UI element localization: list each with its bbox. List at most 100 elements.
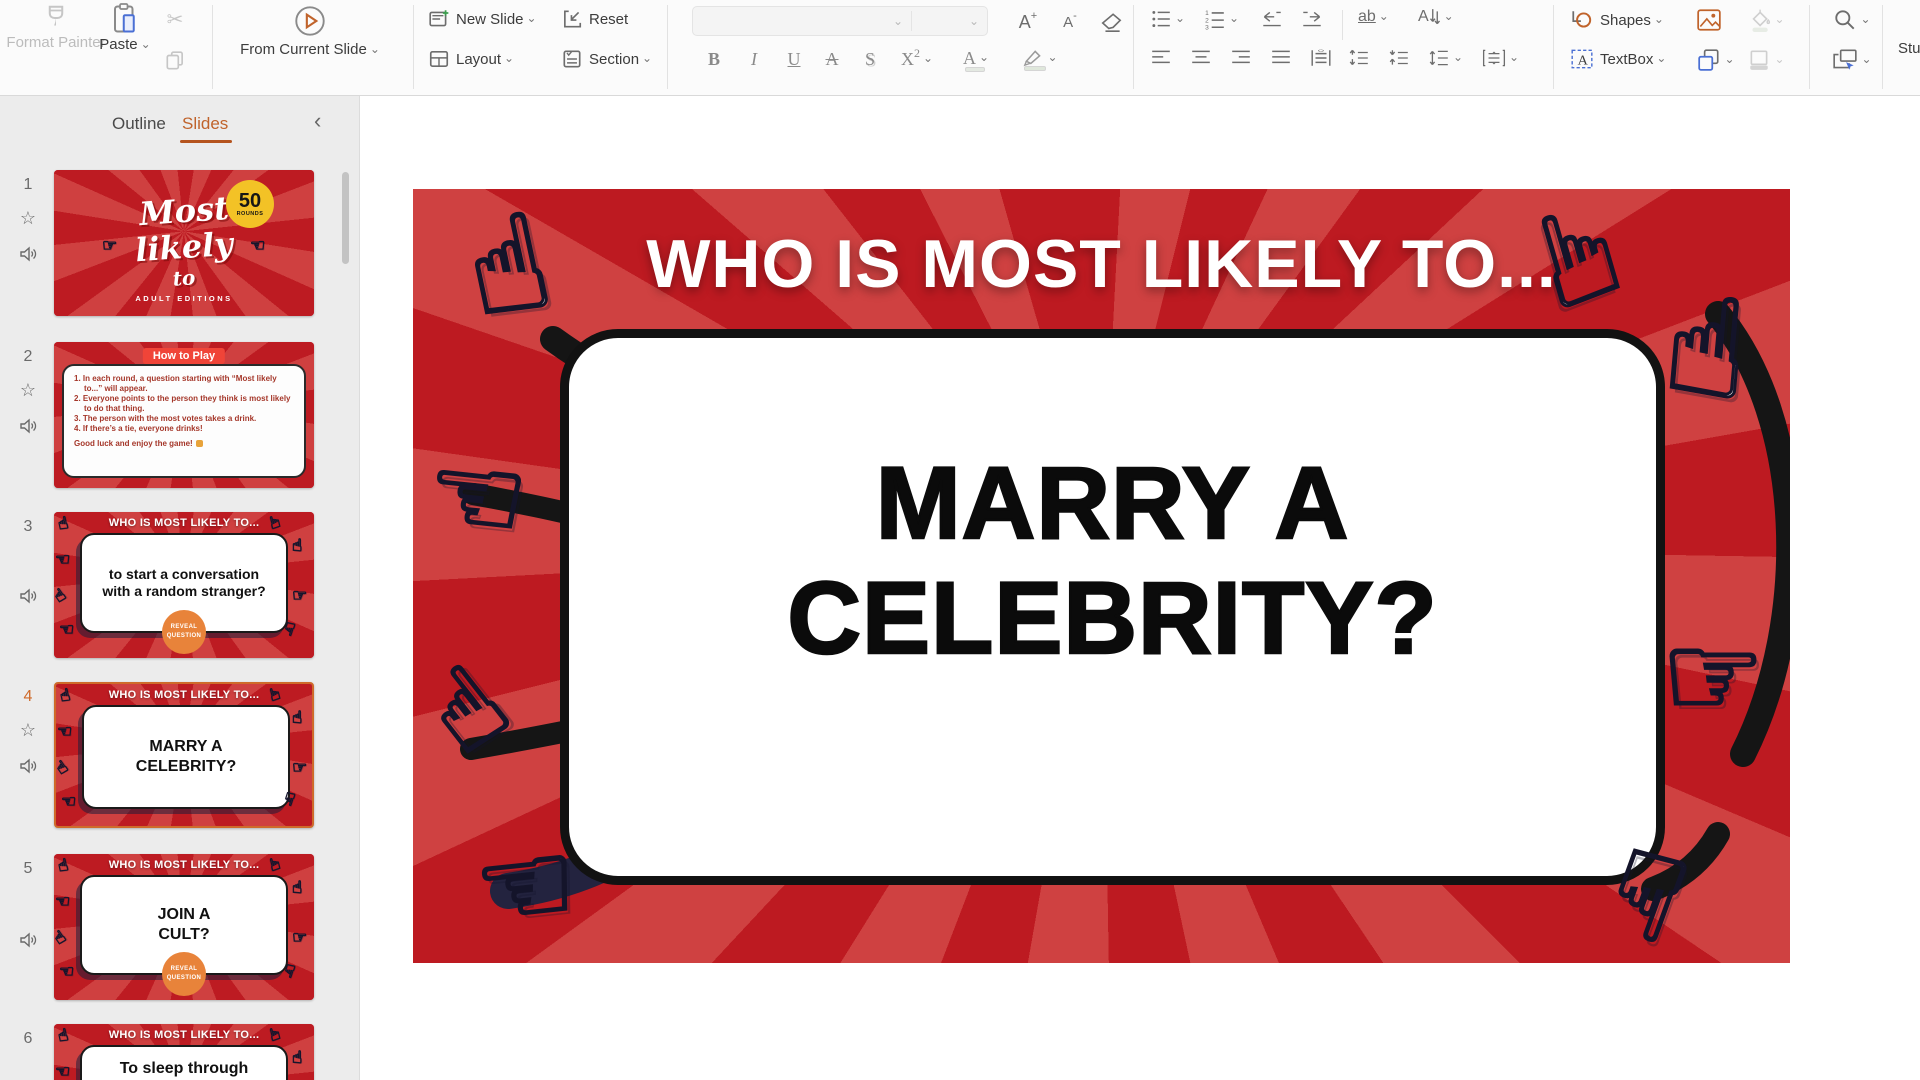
hand-point-left-icon: ☜ — [250, 236, 265, 256]
text-direction-button[interactable]: A ⌄ — [1418, 8, 1454, 26]
insert-picture-button[interactable] — [1694, 6, 1724, 34]
audio-speaker-icon[interactable] — [18, 930, 38, 950]
paste-button[interactable]: Paste⌄ — [92, 2, 158, 54]
how-to-play-item: 1. In each round, a question starting wi… — [74, 374, 296, 394]
slide-thumbnail-5[interactable]: WHO IS MOST LIKELY TO... ☝ ☝ ☜ ☝ ☜ ☝ ☞ ☟… — [54, 854, 314, 1000]
paste-label: Paste — [99, 36, 137, 53]
thumb-question: to start a conversation with a random st… — [92, 566, 277, 601]
char-spacing-button[interactable]: ab ⌄ — [1358, 8, 1389, 26]
question-box[interactable]: MARRY A CELEBRITY? — [560, 329, 1665, 885]
ribbon-divider — [667, 5, 668, 89]
svg-text:<>: <> — [1318, 49, 1324, 55]
slide-number: 3 — [14, 518, 42, 536]
slide-number: 5 — [14, 860, 42, 878]
audio-speaker-icon[interactable] — [18, 244, 38, 264]
bullets-button[interactable]: ⌄ — [1150, 8, 1185, 30]
section-button[interactable]: Section⌄ — [561, 48, 652, 70]
layout-button[interactable]: Layout⌄ — [428, 48, 514, 70]
slide-thumbnail-4-selected[interactable]: WHO IS MOST LIKELY TO... ☝ ☝ ☜ ☝ ☜ ☝ ☞ ☟… — [54, 682, 314, 828]
text-vertical-align-button[interactable]: ⌄ — [1482, 48, 1519, 68]
superscript-button[interactable]: X2⌄ — [894, 46, 940, 72]
new-slide-label: New Slide — [456, 11, 524, 28]
slide-title[interactable]: WHO IS MOST LIKELY TO... — [413, 225, 1790, 303]
decrease-indent-button[interactable] — [1258, 8, 1286, 30]
underline-button[interactable]: U — [780, 46, 808, 72]
hand-point-left-icon: ☜ — [55, 550, 70, 570]
slide-number: 2 — [14, 348, 42, 366]
textbox-button[interactable]: A TextBox⌄ — [1570, 48, 1666, 70]
chevron-down-icon: ⌄ — [504, 51, 514, 65]
strikethrough-button[interactable]: A — [818, 46, 846, 72]
audio-speaker-icon[interactable] — [18, 586, 38, 606]
from-current-slide-button[interactable]: From Current Slide⌄ — [220, 1, 400, 59]
reset-button[interactable]: Reset — [561, 8, 628, 30]
hand-point-up-icon: ☝ — [292, 1048, 302, 1068]
highlight-color-button[interactable]: ⌄ — [1014, 44, 1066, 72]
current-slide[interactable]: WHO IS MOST LIKELY TO... MARRY A CELEBRI… — [413, 189, 1790, 963]
transition-star-icon[interactable]: ☆ — [16, 720, 40, 741]
slideshow-button[interactable]: ⌄ — [1826, 46, 1878, 74]
increase-indent-button[interactable] — [1298, 8, 1326, 30]
tab-outline[interactable]: Outline — [112, 114, 166, 134]
audio-speaker-icon[interactable] — [18, 416, 38, 436]
shape-fill-button[interactable]: ⌄ — [1744, 6, 1788, 34]
slide-thumbnail-6[interactable]: WHO IS MOST LIKELY TO... ☝ ☝ ☜ ☝ To slee… — [54, 1024, 314, 1080]
line-spacing-button[interactable]: ⌄ — [1428, 48, 1463, 68]
italic-button[interactable]: I — [740, 46, 768, 72]
decrease-font-icon: A — [1063, 14, 1073, 31]
slide-thumbnail-3[interactable]: WHO IS MOST LIKELY TO... ☝ ☝ ☜ ☝ ☜ ☝ ☞ ☟… — [54, 512, 314, 658]
justify-button[interactable] — [1270, 48, 1292, 68]
play-circle-icon — [291, 1, 329, 41]
space-before-button[interactable] — [1348, 48, 1370, 68]
new-slide-icon — [428, 8, 450, 30]
new-slide-button[interactable]: New Slide⌄ — [428, 8, 537, 30]
ribbon-divider — [1882, 5, 1883, 89]
align-right-icon — [1230, 48, 1252, 68]
format-painter-button[interactable]: Format Painter — [18, 2, 94, 53]
increase-font-button[interactable]: A+ — [1012, 8, 1044, 36]
italic-icon: I — [751, 49, 757, 70]
align-center-button[interactable] — [1190, 48, 1212, 68]
copy-button[interactable] — [162, 48, 188, 74]
ribbon-divider — [1809, 5, 1810, 89]
slide-thumbnail-1[interactable]: Most likely to ☞ ☜ 50 ROUNDS ADULT EDITI… — [54, 170, 314, 316]
fill-bucket-icon — [1747, 8, 1771, 32]
chevron-down-icon: ⌄ — [1861, 52, 1871, 66]
arrange-button[interactable]: ⌄ — [1694, 46, 1738, 74]
align-right-button[interactable] — [1230, 48, 1252, 68]
slide-number: 6 — [14, 1030, 42, 1048]
bold-button[interactable]: B — [700, 46, 728, 72]
cut-button[interactable]: ✂ — [162, 6, 188, 32]
clipped-ribbon-label[interactable]: Stu — [1898, 40, 1920, 57]
layout-label: Layout — [456, 51, 501, 68]
decrease-indent-icon — [1260, 8, 1284, 30]
align-left-button[interactable] — [1150, 48, 1172, 68]
ribbon-divider — [1133, 5, 1134, 89]
collapse-panel-button[interactable]: ‹ — [314, 108, 321, 134]
chevron-down-icon: ⌄ — [1444, 9, 1454, 23]
numbering-button[interactable]: 1 2 3 ⌄ — [1204, 8, 1239, 30]
shapes-button[interactable]: Shapes⌄ — [1570, 8, 1664, 32]
distribute-text-button[interactable]: <> — [1310, 48, 1332, 68]
rounds-badge: 50 ROUNDS — [226, 180, 274, 228]
textbox-icon: A — [1570, 48, 1594, 70]
decrease-font-button[interactable]: A- — [1054, 8, 1086, 36]
how-to-play-item: 2. Everyone points to the person they th… — [74, 394, 296, 414]
thumb-question: MARRY A CELEBRITY? — [124, 737, 249, 777]
slide-panel: Outline Slides ‹ 1 ☆ Most likely to ☞ ☜ … — [0, 96, 360, 1080]
frame-button[interactable]: ⌄ — [1744, 46, 1788, 74]
font-color-button[interactable]: A ⌄ — [952, 44, 1000, 72]
space-after-button[interactable] — [1388, 48, 1410, 68]
text-shadow-button[interactable]: S — [856, 46, 884, 72]
clear-format-button[interactable] — [1098, 10, 1126, 36]
find-button[interactable]: ⌄ — [1828, 6, 1876, 34]
format-painter-label: Format Painter — [6, 34, 105, 53]
audio-speaker-icon[interactable] — [18, 756, 38, 776]
justify-icon — [1270, 48, 1292, 68]
font-name-select[interactable] — [693, 7, 911, 35]
slide-thumbnail-2[interactable]: 1. In each round, a question starting wi… — [54, 342, 314, 488]
transition-star-icon[interactable]: ☆ — [16, 208, 40, 229]
tab-slides[interactable]: Slides — [182, 114, 228, 134]
sidebar-scrollbar[interactable] — [342, 172, 349, 264]
transition-star-icon[interactable]: ☆ — [16, 380, 40, 401]
